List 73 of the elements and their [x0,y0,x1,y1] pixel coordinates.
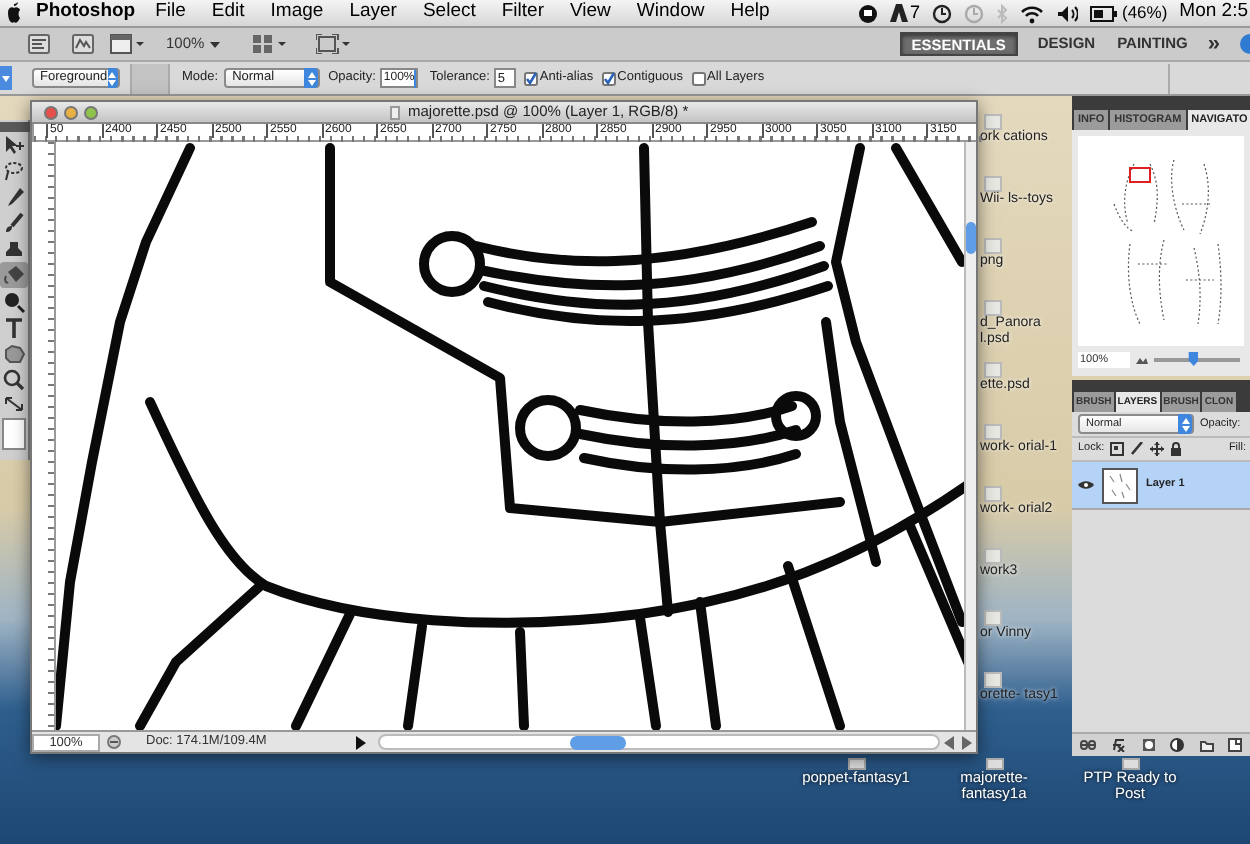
menu-item[interactable]: File [155,0,186,28]
stepper-arrows-icon[interactable] [307,71,316,85]
soft-proof-icon[interactable] [106,734,122,750]
folder-icon[interactable] [1199,738,1214,752]
shape-tool-icon[interactable] [2,341,26,365]
tool-preset-picker-icon[interactable] [0,66,12,90]
update-count: 7 [909,0,920,26]
menu-item[interactable]: Help [730,0,770,28]
type-tool-icon[interactable] [2,315,26,339]
swap-colors-icon[interactable] [2,394,26,414]
scroll-arrows-icon[interactable] [944,735,972,749]
checkbox[interactable] [601,71,616,85]
layer-thumbnail-drawing [1102,467,1138,503]
brush-tool-icon[interactable] [2,211,26,235]
app-menu[interactable]: Photoshop [36,0,136,28]
vertical-scrollbar[interactable] [964,142,976,730]
stepper-arrows-icon[interactable] [1181,417,1189,431]
scroll-thumb[interactable] [570,736,626,750]
eye-icon[interactable] [1077,480,1093,490]
chat-bubble-icon[interactable] [857,3,878,23]
caret-icon [210,41,221,47]
scroll-thumb[interactable] [966,222,976,254]
effects-icon[interactable] [1110,738,1127,752]
menu-item[interactable]: Edit [211,0,245,28]
padlock-icon[interactable] [1170,442,1183,456]
menu-item[interactable]: View [570,0,611,28]
menu-item[interactable]: Image [270,0,324,28]
checkbox[interactable] [523,71,538,85]
new-layer-icon[interactable] [1228,738,1243,752]
mini-bridge-icon[interactable] [72,34,94,54]
lock-pixels-icon[interactable] [1130,442,1145,456]
lock-transparency-icon[interactable] [1110,442,1125,456]
screen-mode-icon[interactable] [316,34,353,54]
more-workspaces-button[interactable]: » [1207,34,1220,54]
wifi-icon[interactable] [1019,3,1044,23]
menu-item[interactable]: Select [422,0,476,28]
bridge-icon[interactable] [28,34,50,54]
clock[interactable]: Mon 2:5 [1179,0,1248,28]
play-icon[interactable] [354,735,366,749]
arrange-documents-icon[interactable] [252,34,289,54]
mask-icon[interactable] [1141,738,1156,752]
battery-icon[interactable] [1089,5,1118,21]
menu-item[interactable]: Layer [349,0,397,28]
help-search-icon[interactable] [1238,34,1250,54]
sync-icon[interactable] [931,3,952,23]
file-icon[interactable] [847,758,865,770]
adobe-icon[interactable] [889,4,908,22]
file-icon[interactable] [1121,758,1139,770]
move-arrows-icon[interactable] [1150,442,1165,456]
screen-layout-dropdown-icon[interactable] [110,34,146,54]
minimize-button[interactable] [64,105,78,119]
stepper-arrows-icon[interactable] [108,71,117,85]
move-tool-icon[interactable] [2,133,26,157]
checkbox[interactable] [691,71,706,85]
close-button[interactable] [44,105,58,119]
horizontal-scrollbar[interactable] [378,734,940,750]
eyedropper-tool-icon[interactable] [2,185,26,209]
view-frame[interactable] [1129,167,1151,183]
zoom-button[interactable] [84,105,98,119]
stamp-tool-icon[interactable] [2,237,26,261]
document-proxy-icon [390,105,400,119]
link-icon[interactable] [1079,740,1096,750]
lasso-tool-icon[interactable] [2,159,26,183]
menu-item[interactable]: Filter [501,0,544,28]
battery-percent: (46%) [1121,0,1168,26]
file-icon[interactable] [985,758,1003,770]
apple-logo-icon[interactable] [4,2,24,24]
dodge-tool-icon[interactable] [2,289,26,313]
volume-icon[interactable] [1055,3,1078,23]
zoom-tool-icon[interactable] [2,367,26,391]
adjustment-icon[interactable] [1170,738,1185,752]
menu-item[interactable]: Window [636,0,705,28]
slider-thumb[interactable] [1188,352,1199,366]
